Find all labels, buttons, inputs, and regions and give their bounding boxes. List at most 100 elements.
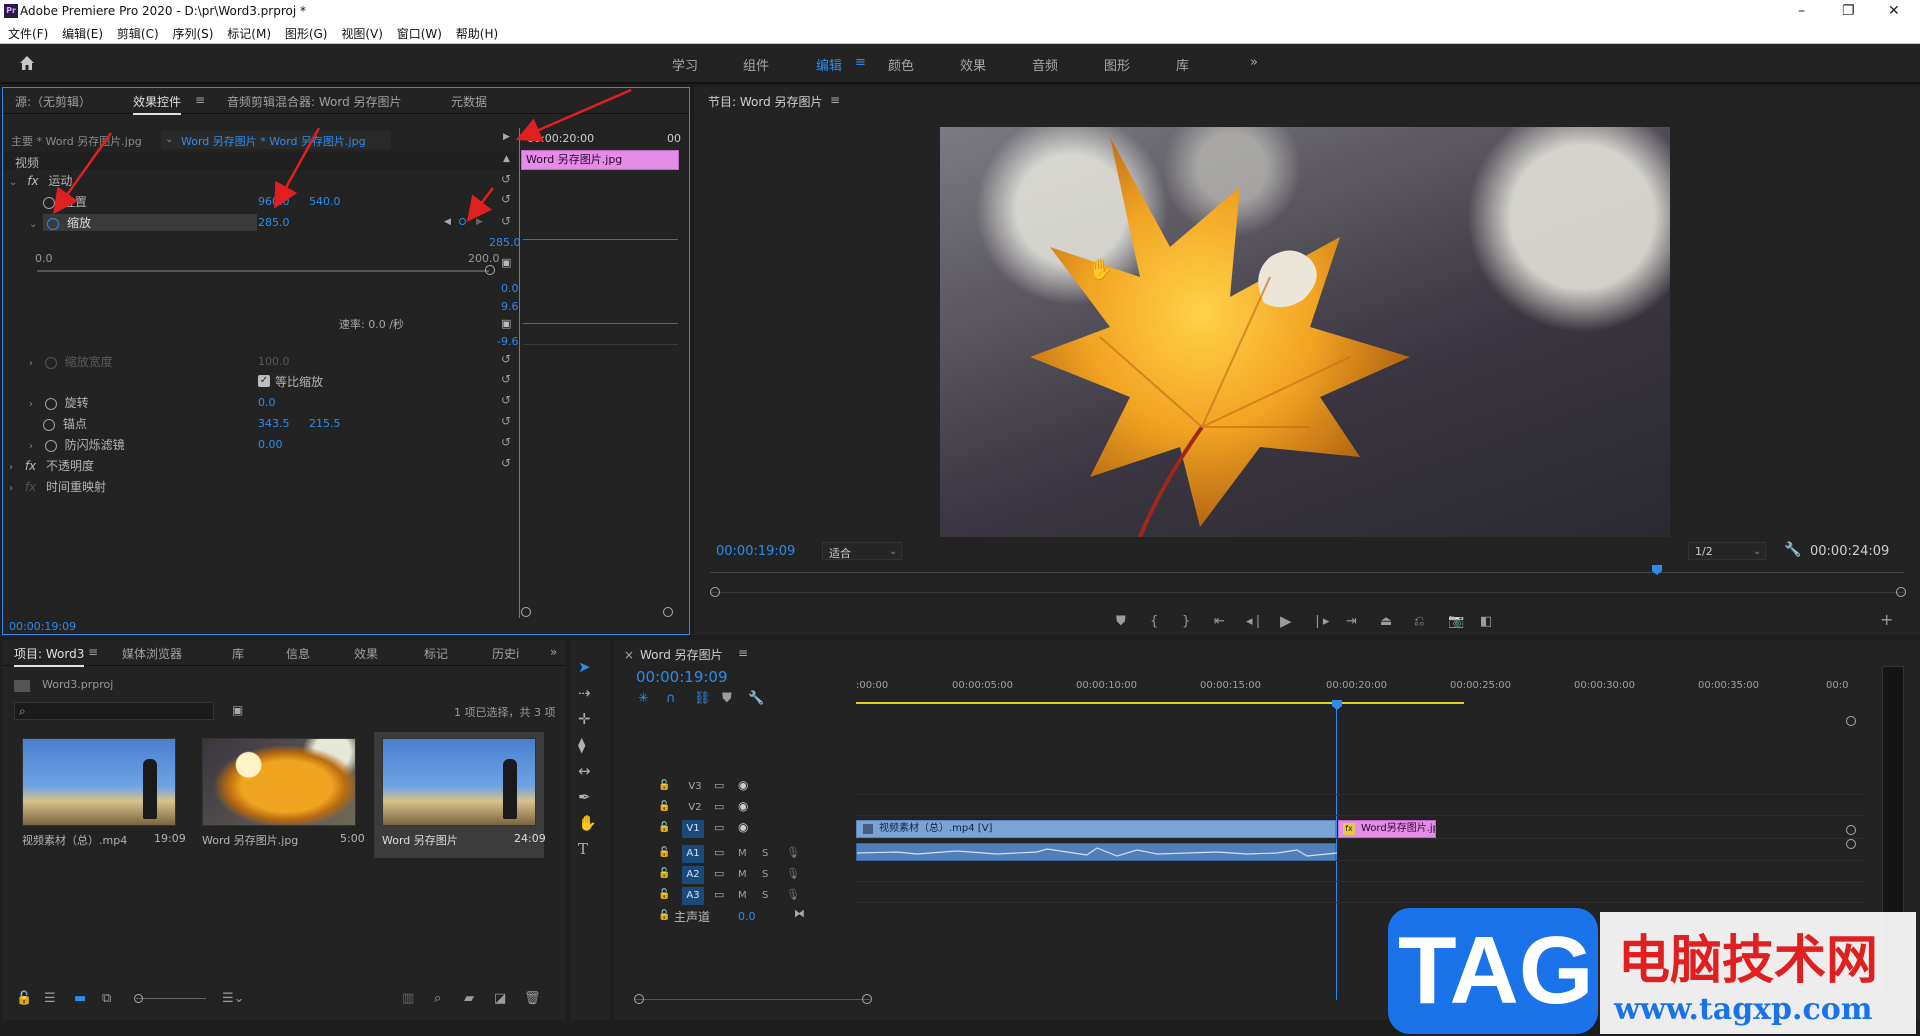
lock-icon[interactable]: 🔓 (658, 910, 670, 921)
menu-sequence[interactable]: 序列(S) (172, 24, 213, 44)
solo-button[interactable]: S (762, 848, 768, 859)
project-item-video[interactable]: 视频素材（总）.mp4 19:09 (14, 732, 186, 858)
step-back-icon[interactable]: ◂❘ (1246, 615, 1263, 629)
sequence-tab[interactable]: Word 另存图片 (640, 646, 723, 663)
track-label-a3[interactable]: A3 (682, 887, 704, 905)
add-marker-icon[interactable]: ⛊ (722, 692, 732, 706)
list-view-icon[interactable]: ☰ (44, 992, 56, 1006)
mute-button[interactable]: M (738, 890, 747, 901)
fit-dropdown[interactable]: 适合 ⌄ (822, 542, 902, 560)
timeline-timecode[interactable]: 00:00:19:09 (636, 668, 728, 686)
program-playhead[interactable] (1652, 565, 1662, 575)
lock-icon[interactable]: 🔓 (658, 847, 670, 858)
close-sequence-icon[interactable]: × (624, 648, 634, 662)
new-item-icon[interactable]: ◪ (494, 992, 506, 1006)
sync-lock-icon[interactable]: ▭ (714, 779, 724, 792)
sequence-menu-icon[interactable]: ≡ (738, 646, 748, 660)
vertical-zoom-v[interactable] (1846, 825, 1856, 835)
track-lane-v2[interactable] (856, 796, 1866, 816)
workspace-effects[interactable]: 效果 (960, 55, 986, 74)
track-select-tool-icon[interactable]: ⇢ (578, 684, 591, 702)
tab-media-browser[interactable]: 媒体浏览器 (122, 645, 182, 662)
restore-icon[interactable]: ❐ (1842, 3, 1855, 19)
solo-button[interactable]: S (762, 890, 768, 901)
workspace-audio[interactable]: 音频 (1032, 55, 1058, 74)
program-video-frame[interactable]: ✋ (940, 127, 1670, 537)
timeline-zoom-left[interactable] (634, 994, 644, 1004)
program-zoom-right[interactable] (1896, 587, 1906, 597)
timeline-playhead-head[interactable] (1332, 700, 1342, 710)
program-menu-icon[interactable]: ≡ (830, 93, 840, 107)
zoom-slider-handle[interactable] (134, 994, 143, 1003)
freeform-view-icon[interactable]: ⧉ (102, 992, 111, 1006)
menu-file[interactable]: 文件(F) (8, 24, 48, 44)
lock-icon[interactable]: 🔓 (658, 822, 670, 833)
go-to-in-icon[interactable]: ⇤ (1214, 615, 1225, 629)
lift-icon[interactable]: ⏏ (1380, 615, 1392, 629)
ripple-edit-tool-icon[interactable]: ✛ (578, 710, 591, 728)
work-area-bar[interactable] (856, 702, 1464, 704)
icon-view-icon[interactable]: ▬ (74, 992, 86, 1006)
workspace-learn[interactable]: 学习 (672, 55, 698, 74)
selection-tool-icon[interactable]: ➤ (578, 658, 591, 676)
mute-button[interactable]: M (738, 869, 747, 880)
hand-tool-icon[interactable]: ✋ (578, 814, 597, 832)
timeline-zoom-right[interactable] (862, 994, 872, 1004)
mark-out-icon[interactable]: } (1182, 615, 1190, 629)
timeline-settings-wrench-icon[interactable]: 🔧 (748, 692, 764, 706)
nest-toggle-icon[interactable]: ✳ (638, 692, 649, 706)
workspace-assembly[interactable]: 组件 (743, 55, 769, 74)
project-item-image[interactable]: Word 另存图片.jpg 5:00 (194, 732, 365, 858)
eye-icon[interactable]: ◉ (738, 820, 748, 834)
program-scroll-track[interactable] (710, 592, 1904, 593)
menu-clip[interactable]: 剪辑(C) (117, 24, 159, 44)
export-frame-icon[interactable]: 📷 (1448, 615, 1464, 629)
lock-icon[interactable]: 🔓 (658, 801, 670, 812)
menu-edit[interactable]: 编辑(E) (62, 24, 103, 44)
sync-lock-icon[interactable]: ▭ (714, 867, 724, 880)
project-search-input[interactable]: ⌕ (14, 702, 214, 720)
workspace-graphics[interactable]: 图形 (1104, 55, 1130, 74)
minimize-icon[interactable]: – (1798, 3, 1805, 19)
trash-icon[interactable]: 🗑 (524, 992, 541, 1006)
wrench-icon[interactable]: 🔧 (1784, 542, 1801, 558)
razor-tool-icon[interactable]: ⧫ (578, 736, 585, 754)
program-zoom-left[interactable] (710, 587, 720, 597)
sync-lock-icon[interactable]: ▭ (714, 821, 724, 834)
mic-icon[interactable]: 🎙 (786, 867, 800, 880)
track-label-a2[interactable]: A2 (682, 866, 704, 884)
sort-icon[interactable]: ☰⌄ (222, 992, 245, 1006)
audio-clip[interactable] (856, 843, 1337, 861)
program-current-timecode[interactable]: 00:00:19:09 (716, 544, 795, 559)
snap-icon[interactable]: ∩ (666, 692, 676, 706)
track-label-a1[interactable]: A1 (682, 845, 704, 863)
menu-graphics[interactable]: 图形(G) (285, 24, 328, 44)
menu-view[interactable]: 视图(V) (341, 24, 383, 44)
eye-icon[interactable]: ◉ (738, 799, 748, 813)
new-bin-icon[interactable]: ▰ (464, 992, 474, 1006)
image-clip[interactable]: fx Word另存图片.jpg (1338, 820, 1436, 838)
tab-effects[interactable]: 效果 (354, 645, 378, 662)
button-editor-plus-icon[interactable]: + (1880, 612, 1893, 628)
new-bin-from-search-icon[interactable]: ▣ (232, 703, 243, 717)
workspace-libraries[interactable]: 库 (1176, 55, 1189, 74)
track-label-v1[interactable]: V1 (682, 820, 704, 838)
pen-tool-icon[interactable]: ✒ (578, 788, 591, 806)
eye-icon[interactable]: ◉ (738, 778, 748, 792)
program-time-ruler[interactable] (710, 572, 1904, 573)
workspace-editing[interactable]: 编辑 (816, 55, 842, 74)
solo-button[interactable]: S (762, 869, 768, 880)
project-item-sequence[interactable]: Word 另存图片 24:09 (374, 732, 546, 858)
track-lane-a2[interactable] (856, 862, 1866, 882)
zoom-slider-track[interactable] (136, 998, 206, 999)
step-forward-icon[interactable]: ❘▸ (1312, 615, 1329, 629)
vertical-zoom-top[interactable] (1846, 716, 1856, 726)
tab-libraries[interactable]: 库 (232, 645, 244, 662)
workspace-more-icon[interactable]: » (1250, 55, 1258, 70)
lock-icon[interactable]: 🔓 (658, 780, 670, 791)
go-to-end-icon[interactable]: ⧓ (794, 907, 805, 920)
track-label-v3[interactable]: V3 (684, 778, 706, 796)
linked-selection-icon[interactable]: ⛓ (694, 692, 711, 706)
menu-markers[interactable]: 标记(M) (227, 24, 271, 44)
home-icon[interactable] (18, 54, 36, 72)
